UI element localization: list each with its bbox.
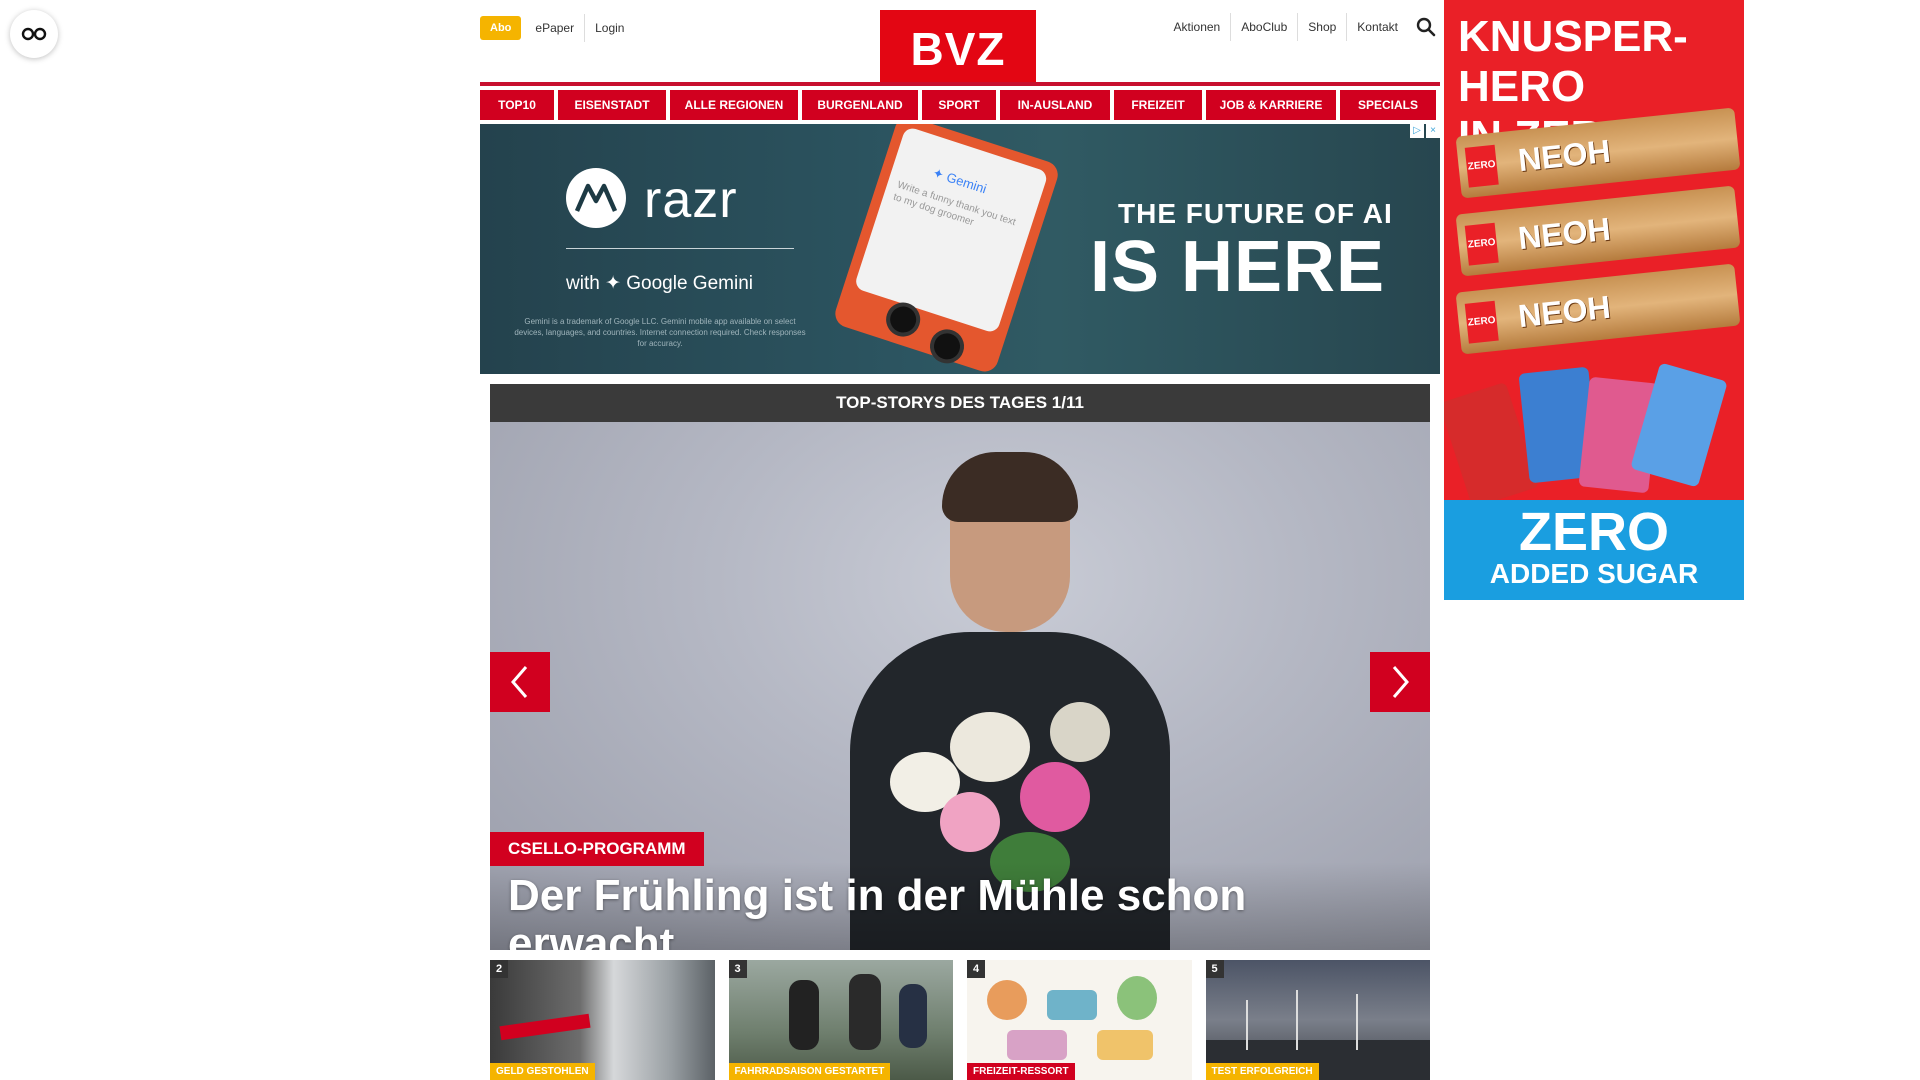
- nav-item-specials[interactable]: SPECIALS: [1340, 90, 1436, 120]
- epaper-link[interactable]: ePaper: [525, 14, 584, 42]
- wind-turbine: [1245, 1000, 1248, 1050]
- illustration-figure: [1117, 976, 1157, 1020]
- zero-big-label: ZERO: [1518, 502, 1669, 562]
- flower: [1050, 702, 1110, 762]
- chevron-right-icon: [1392, 666, 1409, 698]
- story-headline[interactable]: Der Frühling ist in der Mühle schon erwa…: [508, 872, 1308, 951]
- slider-next-button[interactable]: [1370, 652, 1430, 712]
- crowbar-image: [499, 1013, 591, 1041]
- slider-prev-button[interactable]: [490, 652, 550, 712]
- illustration-figure: [1047, 990, 1097, 1020]
- product-packs: [1444, 360, 1734, 509]
- bar-brand: NEOH: [1516, 132, 1613, 179]
- thumbnail-card[interactable]: 4 FREIZEIT-RESSORT: [967, 960, 1192, 1080]
- thumbnail-card[interactable]: 2 GELD GESTOHLEN: [490, 960, 715, 1080]
- neoh-bar: ZERO NEOH: [1455, 185, 1741, 277]
- rider-figure: [848, 974, 881, 1050]
- nav-item-top10[interactable]: TOP10: [480, 90, 554, 120]
- thumbnail-card[interactable]: 3 FAHRRADSAISON GESTARTET: [728, 960, 953, 1080]
- slider-header: TOP-STORYS DES TAGES 1/11: [490, 384, 1430, 422]
- nav-item-in-ausland[interactable]: IN-AUSLAND: [1000, 90, 1110, 120]
- slide-image[interactable]: CSELLO-PROGRAMM Der Frühling ist in der …: [490, 422, 1430, 950]
- thumbnail-number: 4: [967, 960, 985, 978]
- chevron-left-icon: [511, 666, 528, 698]
- bar-zero-label: ZERO: [1464, 222, 1499, 266]
- ad-close-icon: ×: [1426, 124, 1440, 138]
- neoh-bar: ZERO NEOH: [1455, 263, 1741, 355]
- bvz-logo[interactable]: BVZ: [880, 10, 1036, 84]
- bar-brand: NEOH: [1516, 288, 1613, 335]
- rider-figure: [788, 980, 819, 1050]
- phone-image: ✦ Gemini Write a funny thank you text to…: [810, 124, 1081, 374]
- ad-choices-icon: ▷: [1410, 124, 1424, 138]
- abo-button[interactable]: Abo: [480, 16, 522, 40]
- nav-item-alle-regionen[interactable]: ALLE REGIONEN: [670, 90, 798, 120]
- flower: [950, 712, 1030, 782]
- nav-item-burgenland[interactable]: BURGENLAND: [802, 90, 918, 120]
- login-link[interactable]: Login: [584, 14, 634, 42]
- top-stories-slider: TOP-STORYS DES TAGES 1/11 CSELLO-PROGRAM…: [490, 384, 1430, 950]
- story-thumbnails: 2 GELD GESTOHLEN 3 FAHRRADSAISON GESTART…: [490, 960, 1430, 1080]
- nav-item-freizeit[interactable]: FREIZEIT: [1114, 90, 1202, 120]
- person-hair: [942, 452, 1078, 522]
- nav-item-eisenstadt[interactable]: EISENSTADT: [558, 90, 666, 120]
- accessibility-button[interactable]: [10, 10, 58, 58]
- ad-headline-big: IS HERE: [1090, 227, 1386, 307]
- illustration-figure: [1097, 1030, 1153, 1060]
- motorola-logo: [566, 168, 626, 228]
- thumbnail-tag: FREIZEIT-RESSORT: [967, 1063, 1075, 1080]
- bar-brand: NEOH: [1516, 210, 1613, 257]
- nav-item-job-karriere[interactable]: JOB & KARRIERE: [1206, 90, 1336, 120]
- wind-turbine: [1355, 994, 1358, 1050]
- rider-figure: [898, 984, 927, 1048]
- thumbnail-tag: FAHRRADSAISON GESTARTET: [728, 1063, 891, 1080]
- bar-zero-label: ZERO: [1464, 300, 1499, 344]
- illustration-figure: [1007, 1030, 1067, 1060]
- aboclub-link[interactable]: AboClub: [1230, 13, 1297, 41]
- thumbnail-number: 3: [728, 960, 747, 978]
- thumbnail-card[interactable]: 5 TEST ERFOLGREICH: [1205, 960, 1430, 1080]
- product-pack: [1630, 362, 1728, 488]
- thumbnail-tag: TEST ERFOLGREICH: [1205, 1063, 1319, 1080]
- razr-banner-ad[interactable]: ▷ × razr with ✦ Google Gemini Gemini is …: [480, 124, 1440, 374]
- flower: [1020, 762, 1090, 832]
- story-kicker[interactable]: CSELLO-PROGRAMM: [490, 832, 704, 866]
- nav-item-sport[interactable]: SPORT: [922, 90, 996, 120]
- wind-turbine: [1295, 990, 1298, 1050]
- glasses-icon: [21, 27, 47, 41]
- search-icon: [1416, 17, 1436, 37]
- ad-divider: [566, 248, 794, 249]
- ad-disclaimer: Gemini is a trademark of Google LLC. Gem…: [514, 317, 806, 348]
- aktionen-link[interactable]: Aktionen: [1164, 13, 1231, 41]
- kontakt-link[interactable]: Kontakt: [1346, 13, 1408, 41]
- google-gemini-text: with ✦ Google Gemini: [566, 273, 753, 294]
- motorola-m-icon: [574, 183, 618, 212]
- search-button[interactable]: [1412, 10, 1440, 44]
- added-sugar-label: ADDED SUGAR: [1489, 558, 1699, 589]
- site-header: Abo ePaper Login BVZ Aktionen AboClub Sh…: [480, 0, 1440, 84]
- ad-choices-badge[interactable]: ▷ ×: [1410, 124, 1440, 138]
- thumbnail-number: 5: [1205, 960, 1224, 978]
- flower: [940, 792, 1000, 852]
- shop-link[interactable]: Shop: [1297, 13, 1346, 41]
- main-nav: TOP10 EISENSTADT ALLE REGIONEN BURGENLAN…: [480, 90, 1440, 120]
- top-right-links: Aktionen AboClub Shop Kontakt: [1160, 10, 1440, 44]
- bar-zero-label: ZERO: [1464, 144, 1499, 188]
- razr-brand: razr: [644, 171, 738, 229]
- header-divider: [480, 82, 1440, 86]
- illustration-figure: [987, 980, 1027, 1020]
- top-left-links: Abo ePaper Login: [480, 14, 634, 42]
- sky-ad-title-line1: KNUSPER-HERO: [1458, 12, 1688, 111]
- thumbnail-tag: GELD GESTOHLEN: [490, 1063, 595, 1080]
- thumbnail-number: 2: [490, 960, 508, 978]
- neoh-skyscraper-ad[interactable]: KNUSPER-HERO IN ZERO! ZERO NEOH ZERO NEO…: [1444, 0, 1744, 600]
